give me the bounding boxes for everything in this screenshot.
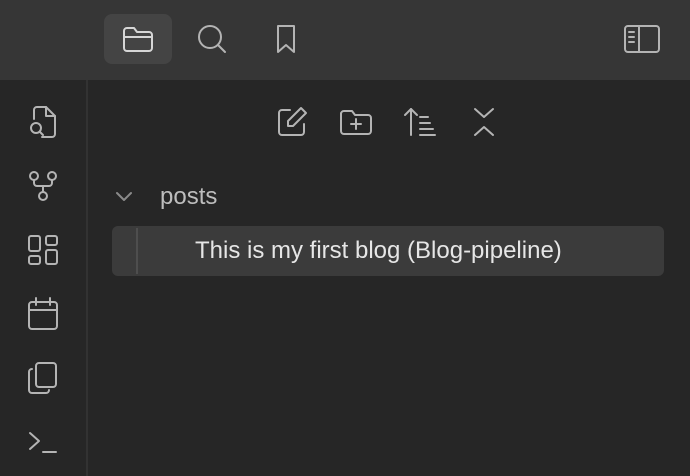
- left-ribbon: [0, 80, 88, 476]
- ribbon-canvas[interactable]: [17, 226, 69, 274]
- sidebar-toggle-icon: [624, 25, 660, 53]
- new-folder-button[interactable]: [334, 100, 378, 144]
- toggle-sidebar-button[interactable]: [608, 14, 676, 64]
- new-note-button[interactable]: [270, 100, 314, 144]
- folder-label: posts: [160, 183, 218, 210]
- templates-icon: [28, 362, 57, 394]
- tab-search[interactable]: [178, 14, 246, 64]
- new-folder-icon: [340, 110, 372, 135]
- ribbon-daily-note[interactable]: [17, 290, 69, 338]
- collapse-all-icon: [474, 108, 494, 136]
- canvas-icon: [28, 235, 58, 265]
- graph-view-icon: [29, 171, 57, 201]
- chevron-down-icon: [112, 185, 136, 209]
- ribbon-quick-switcher[interactable]: [17, 98, 69, 146]
- tab-files[interactable]: [104, 14, 172, 64]
- sort-icon: [404, 108, 436, 136]
- daily-note-icon: [28, 297, 58, 330]
- sort-button[interactable]: [398, 100, 442, 144]
- command-palette-icon: [29, 432, 57, 453]
- file-explorer: posts This is my first blog (Blog-pipeli…: [88, 80, 690, 476]
- file-label: This is my first blog (Blog-pipeline): [195, 237, 562, 264]
- search-icon: [198, 25, 226, 53]
- new-note-icon: [278, 107, 307, 136]
- indent-guide: [136, 228, 138, 274]
- sidebar-header: [0, 0, 690, 80]
- ribbon-command-palette[interactable]: [17, 418, 69, 466]
- ribbon-graph-view[interactable]: [17, 162, 69, 210]
- ribbon-templates[interactable]: [17, 354, 69, 402]
- tab-bookmarks[interactable]: [252, 14, 320, 64]
- folder-posts[interactable]: posts: [112, 178, 217, 216]
- bookmark-icon: [277, 25, 295, 53]
- file-item-first-blog[interactable]: This is my first blog (Blog-pipeline): [112, 226, 664, 276]
- collapse-all-button[interactable]: [462, 100, 506, 144]
- app-window: posts This is my first blog (Blog-pipeli…: [0, 0, 690, 476]
- quick-switcher-icon: [30, 106, 56, 138]
- folder-icon: [123, 27, 153, 52]
